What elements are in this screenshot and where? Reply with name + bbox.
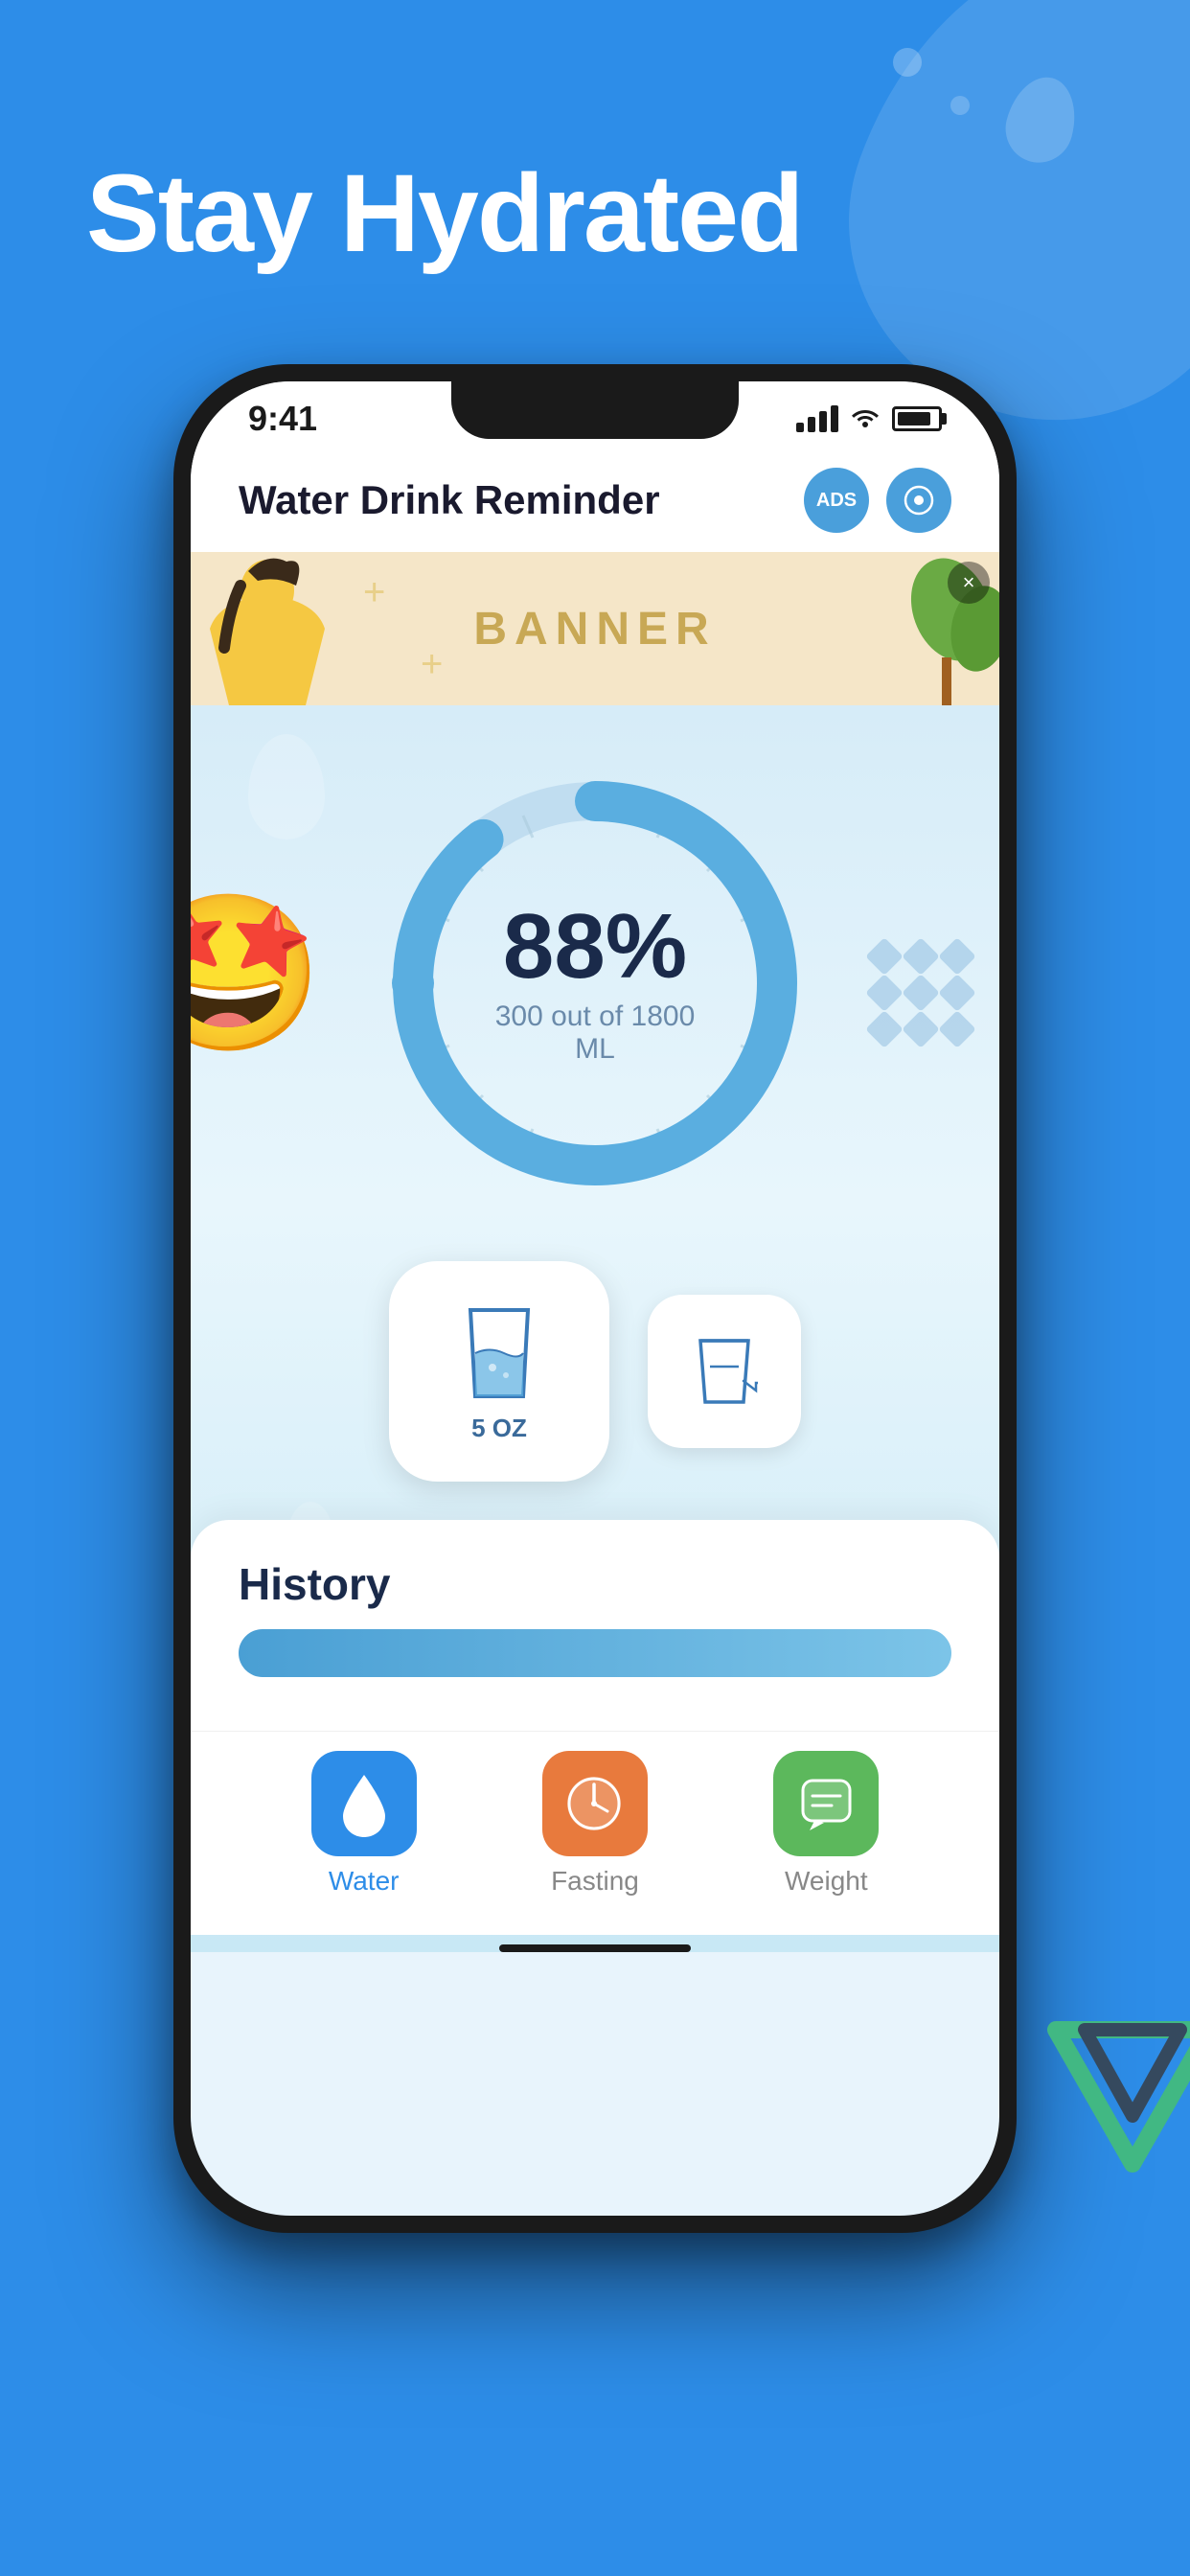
emoji-mascot: 🤩 — [191, 886, 324, 1065]
diamond-4 — [865, 974, 904, 1012]
battery-fill — [898, 412, 930, 426]
diamond-8 — [902, 1010, 940, 1048]
diamond-9 — [938, 1010, 976, 1048]
phone-notch — [451, 381, 739, 439]
nav-item-fasting[interactable]: Fasting — [542, 1751, 648, 1897]
diamond-pattern-decoration — [871, 943, 971, 1043]
fasting-nav-icon — [563, 1773, 626, 1835]
water-glass-icon — [456, 1300, 542, 1406]
banner-close-button[interactable]: × — [948, 562, 990, 604]
custom-drink-icon — [691, 1333, 758, 1410]
header-buttons: ADS — [804, 468, 951, 533]
diamond-3 — [938, 937, 976, 976]
bottom-navigation: Water — [191, 1731, 999, 1935]
history-title: History — [239, 1558, 951, 1610]
settings-button[interactable] — [886, 468, 951, 533]
signal-bar-1 — [796, 423, 804, 432]
bg-circle-decoration — [893, 48, 922, 77]
diamond-5 — [902, 974, 940, 1012]
nav-item-water[interactable]: Water — [311, 1751, 417, 1897]
diamond-7 — [865, 1010, 904, 1048]
phone-screen: 9:41 — [191, 381, 999, 2216]
nav-weight-icon-container — [773, 1751, 879, 1856]
banner-text: BANNER — [473, 603, 716, 656]
ads-button[interactable]: ADS — [804, 468, 869, 533]
main-title: Stay Hydrated — [86, 153, 802, 275]
weight-nav-icon — [795, 1773, 858, 1835]
nav-fasting-label: Fasting — [551, 1866, 639, 1897]
main-content: 🤩 — [191, 705, 999, 1952]
nav-weight-label: Weight — [785, 1866, 868, 1897]
signal-bar-4 — [831, 405, 838, 432]
phone-mockup: 9:41 — [173, 364, 1017, 2233]
nav-water-icon-container — [311, 1751, 417, 1856]
diamond-2 — [902, 937, 940, 976]
diamond-1 — [865, 937, 904, 976]
ml-detail: 300 out of 1800 ML — [485, 1000, 705, 1066]
ring-center: 88% 300 out of 1800 ML — [485, 901, 705, 1066]
banner-ad: + + BANNER × — [191, 552, 999, 705]
water-buttons-area: 5 OZ — [191, 1242, 999, 1520]
vue-logo-decoration — [1037, 2001, 1190, 2193]
banner-plus-1: + — [363, 571, 385, 614]
progress-area: 🤩 — [191, 744, 999, 1242]
signal-bars-icon — [796, 405, 838, 432]
banner-plus-2: + — [421, 643, 443, 686]
diamond-6 — [938, 974, 976, 1012]
battery-icon — [892, 406, 942, 431]
history-wave — [239, 1629, 951, 1677]
add-water-button[interactable]: 5 OZ — [389, 1261, 609, 1482]
custom-drink-button[interactable] — [648, 1295, 801, 1448]
status-time: 9:41 — [248, 399, 317, 439]
app-header: Water Drink Reminder ADS — [191, 448, 999, 552]
signal-bar-3 — [819, 411, 827, 432]
home-indicator — [499, 1944, 691, 1952]
phone-frame: 9:41 — [173, 364, 1017, 2233]
signal-bar-2 — [808, 417, 815, 432]
status-icons — [796, 403, 942, 434]
wifi-icon — [850, 403, 881, 434]
bg-circle-small-decoration — [950, 96, 970, 115]
banner-girl-illustration — [191, 552, 382, 705]
water-amount-label: 5 OZ — [471, 1414, 527, 1443]
app-title: Water Drink Reminder — [239, 477, 660, 523]
nav-fasting-icon-container — [542, 1751, 648, 1856]
percentage-display: 88% — [485, 901, 705, 993]
nav-water-label: Water — [329, 1866, 400, 1897]
progress-ring-container: 88% 300 out of 1800 ML — [375, 763, 815, 1204]
nav-item-weight[interactable]: Weight — [773, 1751, 879, 1897]
water-nav-icon — [335, 1770, 393, 1837]
